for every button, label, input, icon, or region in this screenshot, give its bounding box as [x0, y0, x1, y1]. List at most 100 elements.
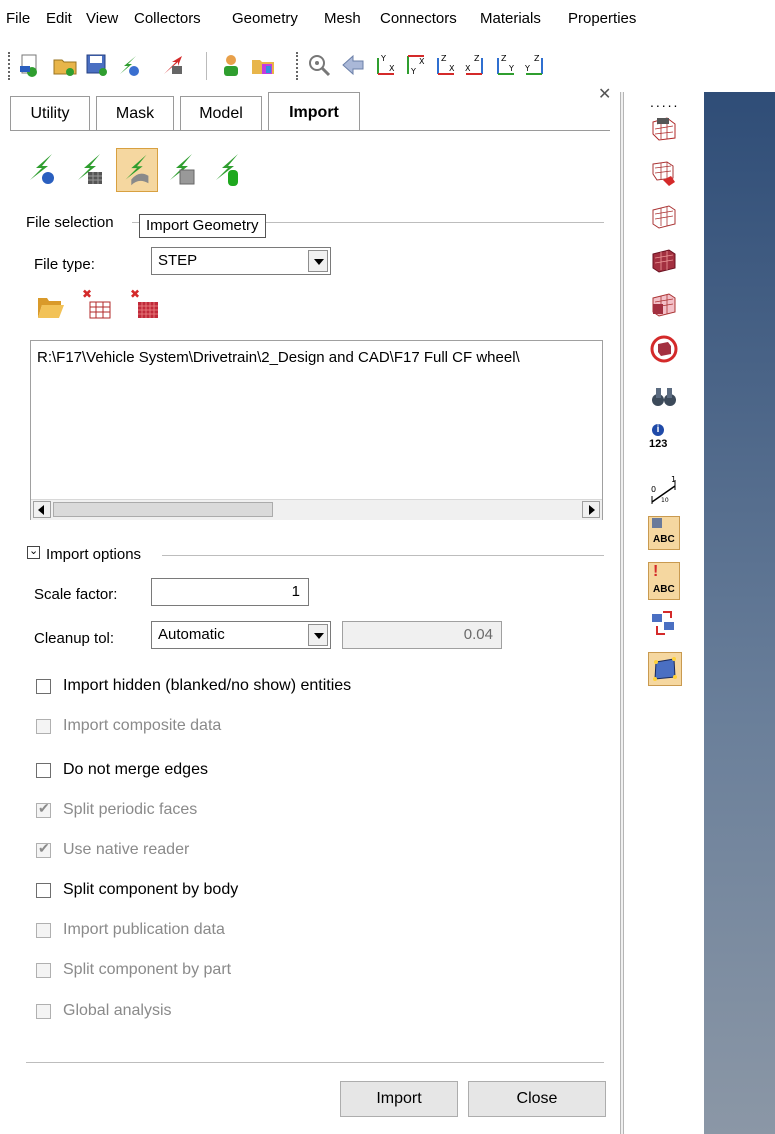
svg-text:Y: Y: [410, 67, 416, 76]
svg-text:Z: Z: [534, 54, 540, 63]
chevron-down-icon[interactable]: [308, 250, 328, 272]
menu-mesh[interactable]: Mesh: [324, 10, 361, 27]
checkbox-box[interactable]: [36, 963, 51, 978]
back-arrow-icon[interactable]: [340, 52, 366, 78]
checkbox-box[interactable]: [36, 719, 51, 734]
import-solver-deck-icon[interactable]: [166, 150, 198, 190]
checkbox-box[interactable]: ✔: [36, 840, 51, 858]
cleanup-tol-label: Cleanup tol:: [34, 630, 115, 647]
info-123-icon[interactable]: i 123: [649, 424, 679, 464]
menu-properties[interactable]: Properties: [568, 10, 636, 27]
measure-icon[interactable]: 0 1 10: [649, 476, 679, 506]
import-connectors-icon[interactable]: [212, 150, 244, 190]
tab-mask[interactable]: Mask: [96, 96, 174, 131]
menu-collectors[interactable]: Collectors: [134, 10, 201, 27]
menu-file[interactable]: File: [6, 10, 30, 27]
svg-text:0: 0: [651, 485, 656, 494]
import-fe-icon[interactable]: [74, 150, 106, 190]
cleanup-mode-value: Automatic: [158, 626, 225, 643]
checkbox-box[interactable]: [36, 763, 51, 778]
svg-text:✖: ✖: [82, 288, 92, 301]
menu-view[interactable]: View: [86, 10, 118, 27]
view-zy-icon[interactable]: ZY: [492, 52, 518, 78]
menu-geometry[interactable]: Geometry: [232, 10, 298, 27]
close-panel-icon[interactable]: ✕: [598, 84, 611, 104]
close-button[interactable]: Close: [468, 1081, 606, 1117]
scroll-left-icon[interactable]: [33, 501, 51, 518]
menu-materials[interactable]: Materials: [480, 10, 541, 27]
tab-utility[interactable]: Utility: [10, 96, 90, 131]
file-type-label: File type:: [34, 256, 95, 273]
scale-factor-input[interactable]: 1: [151, 578, 309, 606]
results-icon[interactable]: [250, 52, 276, 78]
solid-mesh-icon[interactable]: [649, 246, 679, 276]
tab-model[interactable]: Model: [180, 96, 262, 131]
surface-mesh-icon[interactable]: [649, 114, 679, 144]
scroll-right-icon[interactable]: [582, 501, 600, 518]
checkbox-box[interactable]: [36, 883, 51, 898]
view-xz-icon[interactable]: ZX: [462, 52, 488, 78]
dots-menu-icon[interactable]: .....: [650, 94, 679, 110]
quality-frame-button[interactable]: [648, 652, 682, 686]
cleanup-mode-select[interactable]: Automatic: [151, 621, 331, 649]
user-icon[interactable]: [218, 52, 244, 78]
remove-file-icon[interactable]: ✖: [80, 288, 112, 322]
import-button[interactable]: Import: [340, 1081, 458, 1117]
cleanup-tol-input[interactable]: 0.04: [342, 621, 502, 649]
plane-mesh-icon[interactable]: [649, 202, 679, 232]
checkbox-label: Import composite data: [63, 717, 222, 734]
label-abc-icon[interactable]: ABC: [648, 516, 680, 550]
new-model-icon[interactable]: [18, 52, 44, 78]
checkbox-box[interactable]: [36, 1004, 51, 1019]
export-icon[interactable]: [160, 52, 186, 78]
checkbox-box[interactable]: [36, 679, 51, 694]
chevron-down-icon[interactable]: [308, 624, 328, 646]
menu-connectors[interactable]: Connectors: [380, 10, 457, 27]
import-options-title: Import options: [46, 546, 146, 563]
save-model-icon[interactable]: [84, 52, 110, 78]
import-options-toggle[interactable]: ⌄: [27, 545, 40, 559]
remove-all-files-icon[interactable]: ✖: [128, 288, 160, 322]
collapse-chevron-icon: ⌄: [29, 545, 39, 557]
remove-mesh-icon[interactable]: [649, 158, 679, 188]
abc-text: ABC: [653, 584, 675, 595]
binoculars-icon[interactable]: [649, 382, 679, 412]
checkbox-box[interactable]: [36, 923, 51, 938]
open-folder-icon[interactable]: [36, 292, 66, 320]
open-model-icon[interactable]: [52, 52, 78, 78]
main-toolbar: ▾ ▾ ▾ YX YX ZX ZX ZY ZY: [0, 38, 775, 110]
tab-import[interactable]: Import: [268, 92, 360, 131]
svg-text:Y: Y: [508, 64, 514, 73]
checkbox-label: Global analysis: [63, 1002, 172, 1019]
import-geometry-button[interactable]: [116, 148, 158, 192]
view-zx-icon[interactable]: ZX: [432, 52, 458, 78]
view-xy-bottom-icon[interactable]: YX: [402, 52, 428, 78]
file-list[interactable]: R:\F17\Vehicle System\Drivetrain\2_Desig…: [30, 340, 603, 520]
shaded-mesh-icon[interactable]: [649, 290, 679, 320]
abc-text: ABC: [653, 534, 675, 545]
view-yz-icon[interactable]: ZY: [522, 52, 548, 78]
mesh-target-icon[interactable]: [649, 334, 679, 364]
checkbox-box[interactable]: ✔: [36, 800, 51, 818]
checkbox-label: Split component by part: [63, 961, 232, 978]
file-path[interactable]: R:\F17\Vehicle System\Drivetrain\2_Desig…: [37, 349, 599, 366]
toolbar-grip-2: [296, 52, 298, 80]
error-label-abc-icon[interactable]: ! ABC: [648, 562, 680, 600]
panel-splitter[interactable]: [620, 92, 624, 1134]
file-list-scrollbar[interactable]: [31, 499, 602, 520]
import-model-icon[interactable]: [26, 150, 58, 190]
scroll-thumb[interactable]: [53, 502, 273, 517]
checkbox-label: Split component by body: [63, 881, 239, 898]
svg-text:Z: Z: [474, 54, 480, 63]
zoom-icon[interactable]: [306, 52, 332, 78]
swap-elements-icon[interactable]: [649, 608, 679, 638]
toolbar-separator: [206, 52, 207, 80]
menu-edit[interactable]: Edit: [46, 10, 72, 27]
file-type-select[interactable]: STEP: [151, 247, 331, 275]
svg-text:Y: Y: [524, 64, 530, 73]
svg-text:10: 10: [661, 497, 669, 504]
svg-text:Z: Z: [501, 54, 507, 63]
graphics-viewport[interactable]: [704, 92, 775, 1134]
import-icon[interactable]: [116, 52, 142, 78]
view-xy-top-icon[interactable]: YX: [372, 52, 398, 78]
